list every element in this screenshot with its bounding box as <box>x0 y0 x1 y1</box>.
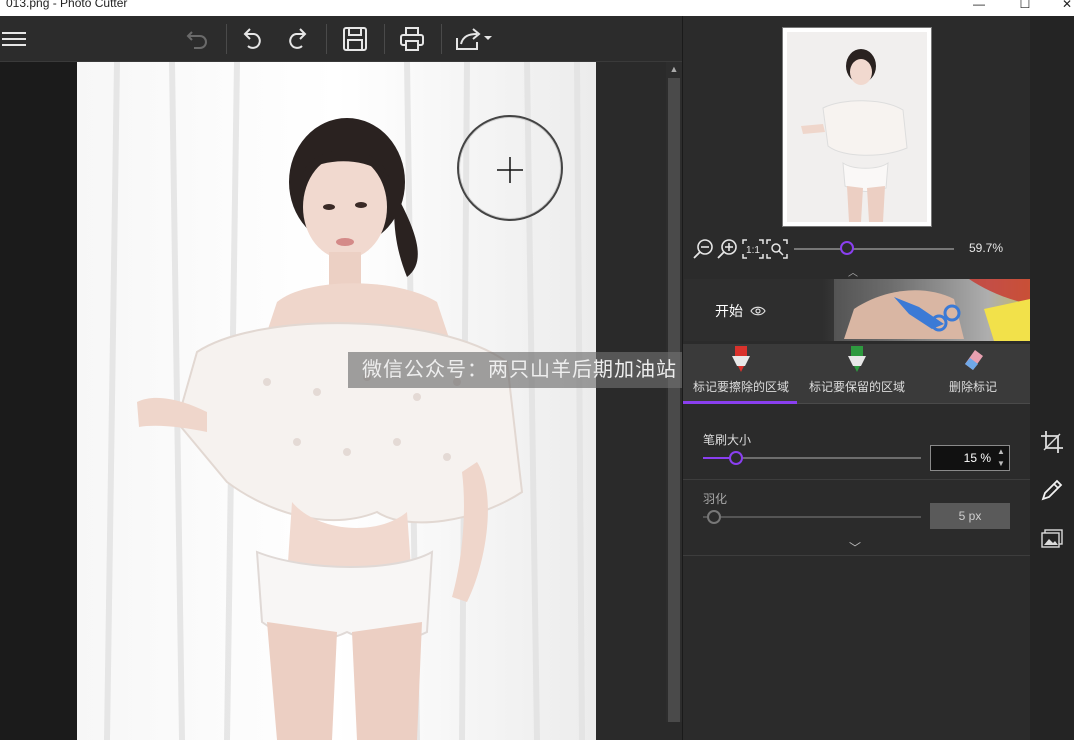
crop-icon <box>1041 431 1063 453</box>
undo-icon <box>243 28 261 49</box>
zoom-slider-track[interactable] <box>794 248 954 250</box>
start-label: 开始 <box>715 303 743 319</box>
save-button[interactable] <box>338 22 372 56</box>
undo-button[interactable] <box>236 22 270 56</box>
redo-icon <box>289 28 307 49</box>
main-toolbar <box>0 16 682 62</box>
zoom-controls: 1:1 59.7% <box>683 236 1031 262</box>
zoom-out-button[interactable] <box>693 238 715 260</box>
tab-mark-remove[interactable]: 标记要擦除的区域 <box>683 344 799 404</box>
zoom-value: 59.7% <box>969 241 1004 255</box>
tab-erase-marks-label: 删除标记 <box>948 380 997 394</box>
title-bar: 013.png - Photo Cutter — ☐ ✕ <box>0 0 1074 16</box>
image-icon <box>1041 529 1063 548</box>
crosshair-icon <box>497 157 523 183</box>
zoom-slider-knob[interactable] <box>839 241 854 255</box>
eye-icon <box>750 306 766 316</box>
brush-size-label: 笔刷大小 <box>703 433 752 447</box>
tab-mark-remove-label: 标记要擦除的区域 <box>692 380 789 394</box>
tab-mark-keep[interactable]: 标记要保留的区域 <box>799 344 915 404</box>
fit-view-button[interactable] <box>765 238 789 260</box>
collapse-navigator-icon[interactable]: ︿ <box>848 264 858 279</box>
feather-slider[interactable] <box>703 516 921 518</box>
toolbar-separator <box>441 24 442 54</box>
canvas-margin <box>0 62 77 740</box>
save-icon <box>343 27 367 51</box>
zoom-in-button[interactable] <box>717 238 739 260</box>
brush-size-input[interactable]: 15 % ▲ ▼ <box>930 445 1010 471</box>
expand-options-icon[interactable]: ﹀ <box>849 539 861 556</box>
menu-icon <box>2 32 26 46</box>
green-marker-icon <box>848 346 866 372</box>
undo-all-button[interactable] <box>180 22 214 56</box>
red-marker-icon <box>732 346 750 372</box>
feather-knob[interactable] <box>706 510 721 524</box>
undo-disabled-icon <box>186 31 207 49</box>
zoom-in-icon <box>717 239 737 259</box>
marking-mode-tabs: 标记要擦除的区域 标记要保留的区域 删除标记 <box>683 344 1031 404</box>
fit-view-icon <box>766 239 788 259</box>
active-tab-indicator <box>683 401 797 404</box>
menu-button[interactable] <box>0 22 28 56</box>
navigator-preview[interactable] <box>782 27 932 227</box>
right-toolbar <box>1030 16 1074 740</box>
toolbar-separator <box>384 24 385 54</box>
tool-panel: 1:1 59.7% ︿ 开始 标记要擦除的区域 标记要保留的区域 删除标记 笔刷… <box>682 16 1031 740</box>
close-button[interactable]: ✕ <box>1058 0 1074 11</box>
background-button[interactable] <box>1040 526 1064 550</box>
eraser-icon <box>965 350 983 370</box>
brush-size-section: 笔刷大小 15 % ▲ ▼ <box>683 422 1031 480</box>
vertical-scrollbar[interactable]: ▲ <box>666 62 682 722</box>
brush-tool-button[interactable] <box>1040 478 1064 502</box>
maximize-button[interactable]: ☐ <box>1016 0 1034 11</box>
print-icon <box>400 27 424 51</box>
actual-size-icon: 1:1 <box>742 239 764 259</box>
share-icon <box>456 28 492 50</box>
start-banner[interactable]: 开始 <box>684 279 1030 341</box>
tab-erase-marks[interactable]: 删除标记 <box>915 344 1031 404</box>
scroll-up-icon[interactable]: ▲ <box>666 62 682 76</box>
minimize-button[interactable]: — <box>970 0 988 11</box>
crop-button[interactable] <box>1040 430 1064 454</box>
brush-size-stepper[interactable]: ▲ ▼ <box>995 446 1007 470</box>
preview-image <box>787 32 927 222</box>
actual-size-button[interactable]: 1:1 <box>741 238 765 260</box>
toolbar-separator <box>226 24 227 54</box>
zoom-out-icon <box>693 239 713 259</box>
print-button[interactable] <box>395 22 429 56</box>
svg-text:1:1: 1:1 <box>746 245 760 256</box>
pencil-icon <box>1041 479 1063 501</box>
toolbar-separator <box>326 24 327 54</box>
window-title: 013.png - Photo Cutter <box>6 0 128 10</box>
redo-button[interactable] <box>280 22 314 56</box>
share-button[interactable] <box>452 22 494 56</box>
feather-input[interactable]: 5 px <box>930 503 1010 529</box>
feather-value: 5 px <box>958 509 982 523</box>
brush-cursor <box>457 115 563 221</box>
tab-mark-keep-label: 标记要保留的区域 <box>808 380 905 394</box>
brush-size-knob[interactable] <box>728 451 743 465</box>
watermark-text: 微信公众号：两只山羊后期加油站 <box>348 352 724 388</box>
feather-label: 羽化 <box>703 492 728 506</box>
scrollbar-thumb[interactable] <box>668 78 680 722</box>
brush-size-value: 15 % <box>963 451 991 465</box>
